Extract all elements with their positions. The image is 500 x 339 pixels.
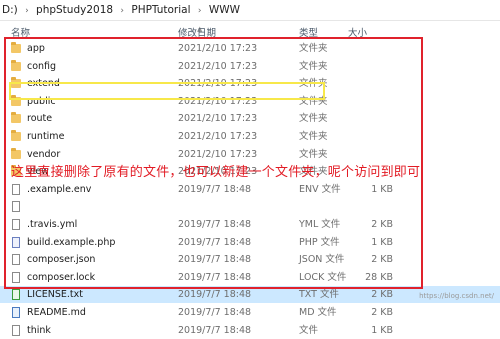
- chevron-right-icon: ›: [120, 6, 125, 16]
- file-size: 1 KB: [371, 324, 393, 336]
- breadcrumb-phpstudy[interactable]: phpStudy2018: [36, 0, 113, 20]
- breadcrumb-drive[interactable]: D:): [0, 0, 18, 20]
- txt-file-icon: [11, 289, 21, 301]
- public-highlight-box: [9, 82, 325, 100]
- watermark: https://blog.csdn.net/: [419, 292, 494, 300]
- file-row[interactable]: think 2019/7/7 18:48 文件 1 KB: [0, 322, 500, 339]
- chevron-right-icon: ›: [25, 6, 29, 16]
- chevron-right-icon: ›: [197, 6, 202, 16]
- file-date: 2019/7/7 18:48: [178, 307, 252, 318]
- file-date: 2019/7/7 18:48: [178, 324, 252, 336]
- breadcrumb-phptutorial[interactable]: PHPTutorial: [131, 0, 190, 20]
- file-size: 2 KB: [371, 307, 393, 318]
- file-name: think: [27, 324, 51, 336]
- file-icon: [11, 324, 21, 336]
- file-name: README.md: [27, 307, 86, 318]
- breadcrumb-www[interactable]: WWW: [209, 0, 240, 20]
- annotation-text: 这里直接删除了原有的文件，也可以新建一个文件夹，呢个访问到即可: [11, 165, 421, 180]
- file-row[interactable]: README.md 2019/7/7 18:48 MD 文件 2 KB: [0, 304, 500, 321]
- address-bar[interactable]: D:) › phpStudy2018 › PHPTutorial › WWW: [0, 0, 500, 21]
- md-file-icon: [11, 307, 21, 318]
- file-type: 文件: [299, 324, 319, 336]
- file-type: MD 文件: [299, 307, 337, 318]
